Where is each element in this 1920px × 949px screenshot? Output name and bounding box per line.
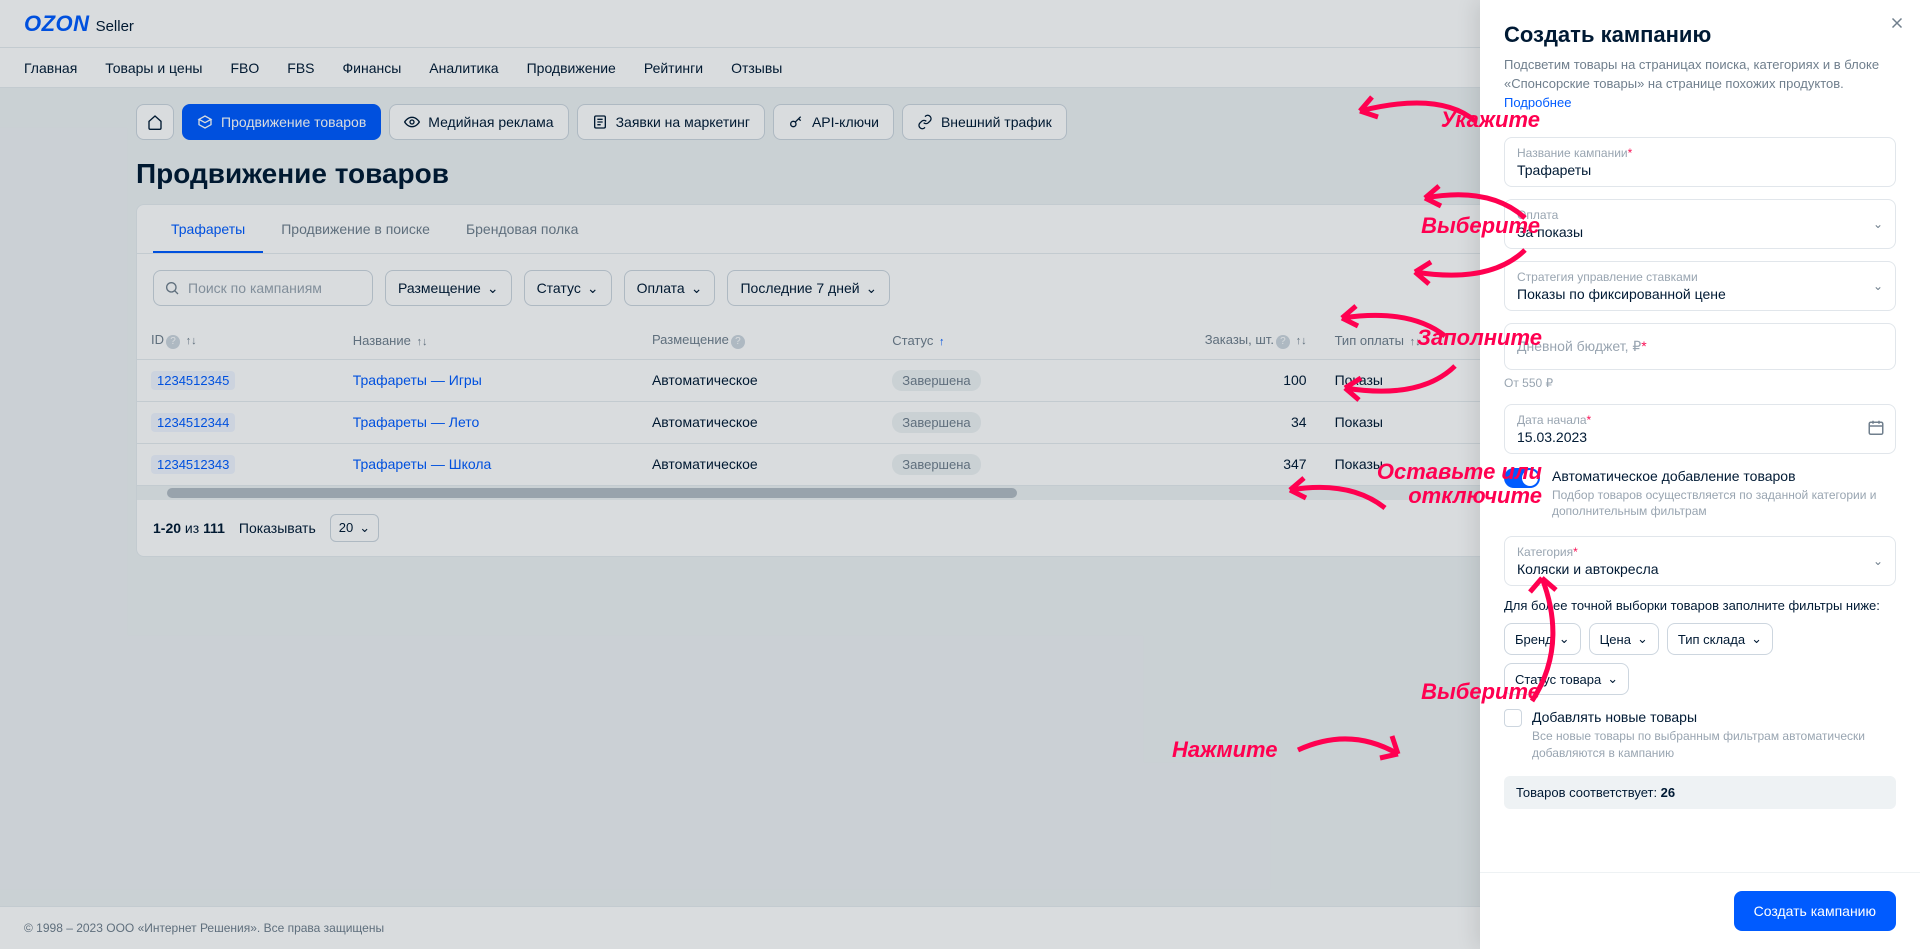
annotation: Укажите (1441, 108, 1540, 132)
panel-title: Создать кампанию (1504, 22, 1896, 48)
checkbox-title: Добавлять новые товары (1532, 709, 1896, 725)
matching-count: Товаров соответствует: 26 (1504, 776, 1896, 809)
chevron-down-icon: ⌄ (1559, 631, 1570, 647)
filter-note: Для более точной выборки товаров заполни… (1504, 598, 1896, 613)
create-campaign-button[interactable]: Создать кампанию (1734, 891, 1896, 931)
budget-field[interactable]: Дневной бюджет, ₽* (1504, 323, 1896, 370)
panel-description: Подсветим товары на страницах поиска, ка… (1504, 56, 1896, 113)
chevron-down-icon: ⌄ (1751, 631, 1762, 647)
close-button[interactable] (1888, 12, 1906, 38)
toggle-title: Автоматическое добавление товаров (1552, 468, 1896, 484)
start-date-field[interactable]: Дата начала* 15.03.2023 (1504, 404, 1896, 454)
campaign-name-field[interactable]: Название кампании* Трафареты (1504, 137, 1896, 187)
chevron-down-icon: ⌄ (1637, 631, 1648, 647)
annotation: Выберите (1421, 214, 1540, 238)
create-campaign-panel: Создать кампанию Подсветим товары на стр… (1480, 0, 1920, 949)
annotation: Выберите (1421, 680, 1540, 704)
chevron-down-icon: ⌄ (1607, 671, 1618, 687)
payment-select[interactable]: Оплата За показы ⌄ (1504, 199, 1896, 249)
budget-hint: От 550 ₽ (1504, 376, 1896, 390)
category-select[interactable]: Категория* Коляски и автокресла ⌄ (1504, 536, 1896, 586)
filter-warehouse[interactable]: Тип склада ⌄ (1667, 623, 1773, 655)
filter-brand[interactable]: Бренд ⌄ (1504, 623, 1581, 655)
calendar-icon (1867, 418, 1885, 439)
annotation: Заполните (1417, 326, 1542, 350)
annotation: Нажмите (1172, 738, 1278, 762)
chevron-down-icon: ⌄ (1873, 554, 1883, 568)
toggle-subtitle: Подбор товаров осуществляется по заданно… (1552, 487, 1896, 521)
checkbox-subtitle: Все новые товары по выбранным фильтрам а… (1532, 728, 1896, 762)
annotation: Оставьте или отключите (1377, 460, 1542, 508)
chevron-down-icon: ⌄ (1873, 279, 1883, 293)
strategy-select[interactable]: Стратегия управление ставками Показы по … (1504, 261, 1896, 311)
add-new-goods-checkbox[interactable] (1504, 709, 1522, 727)
chevron-down-icon: ⌄ (1873, 217, 1883, 231)
close-icon (1888, 14, 1906, 32)
filter-price[interactable]: Цена ⌄ (1589, 623, 1659, 655)
